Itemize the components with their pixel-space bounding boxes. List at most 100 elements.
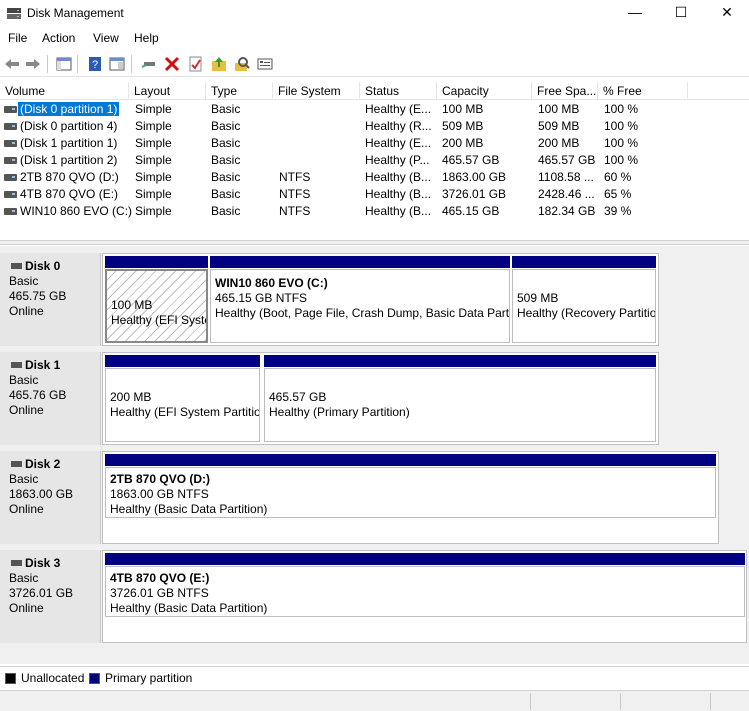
menu-help[interactable]: Help xyxy=(134,31,159,45)
menu-view[interactable]: View xyxy=(93,31,119,45)
drive-icon xyxy=(4,191,17,198)
table-row[interactable]: (Disk 1 partition 2) Simple Basic Health… xyxy=(0,152,749,169)
partition-block[interactable]: 2TB 870 QVO (D:) 1863.00 GB NTFS Healthy… xyxy=(105,454,716,518)
toolbar: ? xyxy=(0,51,749,77)
settings-icon[interactable] xyxy=(256,55,274,73)
volume-percent-free: 39 % xyxy=(604,204,632,218)
partition-block[interactable]: 509 MB Healthy (Recovery Partition) xyxy=(512,256,656,343)
table-row[interactable]: (Disk 0 partition 1) Simple Basic Health… xyxy=(0,101,749,118)
menu-bar: File Action View Help xyxy=(0,29,749,49)
partition-body: 4TB 870 QVO (E:) 3726.01 GB NTFS Healthy… xyxy=(105,566,745,617)
volume-type: Basic xyxy=(211,187,241,201)
partition-status: Healthy (EFI System Partition) xyxy=(110,405,260,419)
volume-list: (Disk 0 partition 1) Simple Basic Health… xyxy=(0,101,749,220)
volume-name: (Disk 0 partition 1) xyxy=(18,102,120,116)
partition-bar xyxy=(105,256,208,268)
drive-icon xyxy=(4,140,17,147)
partition-body: WIN10 860 EVO (C:) 465.15 GB NTFS Health… xyxy=(210,269,510,343)
partition-block[interactable]: 100 MB Healthy (EFI System Partition) xyxy=(105,256,208,343)
column-type[interactable]: Type xyxy=(206,82,273,100)
drive-icon xyxy=(4,106,17,113)
legend-primary-partition: Primary partition xyxy=(105,671,193,685)
table-row[interactable]: 2TB 870 QVO (D:) Simple Basic NTFS Healt… xyxy=(0,169,749,186)
maximize-button[interactable]: ☐ xyxy=(658,0,704,26)
volume-capacity: 465.57 GB xyxy=(442,153,500,167)
volume-percent-free: 100 % xyxy=(604,136,639,150)
close-button[interactable]: ✕ xyxy=(704,0,749,26)
column-capacity[interactable]: Capacity xyxy=(437,82,532,100)
volume-name: 4TB 870 QVO (E:) xyxy=(20,187,119,201)
folder-up-icon[interactable] xyxy=(210,55,228,73)
minimize-button[interactable]: — xyxy=(612,0,658,26)
partition-body: 200 MB Healthy (EFI System Partition) xyxy=(105,368,260,442)
console-tree-icon[interactable] xyxy=(55,55,73,73)
column-layout[interactable]: Layout xyxy=(129,82,206,100)
partition-name xyxy=(111,283,206,298)
volume-type: Basic xyxy=(211,102,241,116)
disk-graphical-view: Disk 0 Basic 465.75 GB Online 100 MB Hea… xyxy=(0,246,749,664)
volume-name: 2TB 870 QVO (D:) xyxy=(20,170,119,184)
disk-1-partitions: 200 MB Healthy (EFI System Partition) 46… xyxy=(102,352,659,445)
partition-status: Healthy (EFI System Partition) xyxy=(111,313,206,327)
partition-name xyxy=(517,276,655,291)
partition-status: Healthy (Primary Partition) xyxy=(269,405,410,419)
volume-percent-free: 100 % xyxy=(604,102,639,116)
partition-bar xyxy=(512,256,656,268)
table-row[interactable]: WIN10 860 EVO (C:) Simple Basic NTFS Hea… xyxy=(0,203,749,220)
disk-1-info[interactable]: Disk 1 Basic 465.76 GB Online xyxy=(0,352,101,445)
unallocated-swatch xyxy=(5,673,16,684)
search-icon[interactable] xyxy=(233,55,251,73)
disk-3-info[interactable]: Disk 3 Basic 3726.01 GB Online xyxy=(0,550,101,643)
properties-icon[interactable] xyxy=(108,55,126,73)
menu-file[interactable]: File xyxy=(8,31,27,45)
partition-block[interactable]: 465.57 GB Healthy (Primary Partition) xyxy=(264,355,656,442)
volume-list-header: Volume Layout Type File System Status Ca… xyxy=(0,82,749,100)
volume-type: Basic xyxy=(211,119,241,133)
column-file-system[interactable]: File System xyxy=(273,82,360,100)
volume-layout: Simple xyxy=(135,136,172,150)
disk-2-info[interactable]: Disk 2 Basic 1863.00 GB Online xyxy=(0,451,101,544)
partition-bar xyxy=(264,355,656,367)
table-row[interactable]: (Disk 0 partition 4) Simple Basic Health… xyxy=(0,118,749,135)
partition-name: 4TB 870 QVO (E:) xyxy=(110,571,210,585)
partition-body: 465.57 GB Healthy (Primary Partition) xyxy=(264,368,656,442)
forward-icon[interactable] xyxy=(24,55,42,73)
menu-action[interactable]: Action xyxy=(42,31,75,45)
delete-icon[interactable] xyxy=(163,55,181,73)
column-free-space[interactable]: Free Spa... xyxy=(532,82,598,100)
partition-size: 1863.00 GB NTFS xyxy=(110,487,209,501)
connect-icon[interactable] xyxy=(140,55,158,73)
volume-free: 2428.46 ... xyxy=(538,187,595,201)
volume-layout: Simple xyxy=(135,119,172,133)
partition-block[interactable]: 4TB 870 QVO (E:) 3726.01 GB NTFS Healthy… xyxy=(105,553,745,617)
help-icon[interactable]: ? xyxy=(86,55,104,73)
volume-capacity: 200 MB xyxy=(442,136,484,150)
disk-state: Online xyxy=(9,502,44,516)
partition-status: Healthy (Basic Data Partition) xyxy=(110,601,268,615)
volume-free: 465.57 GB xyxy=(538,153,596,167)
disk-3-partitions: 4TB 870 QVO (E:) 3726.01 GB NTFS Healthy… xyxy=(102,550,747,643)
volume-layout: Simple xyxy=(135,187,172,201)
volume-status: Healthy (P... xyxy=(365,153,430,167)
pane-splitter[interactable] xyxy=(0,240,749,245)
disk-management-app-icon xyxy=(7,8,21,19)
volume-layout: Simple xyxy=(135,170,172,184)
disk-type: Basic xyxy=(9,472,39,486)
back-icon[interactable] xyxy=(3,55,21,73)
volume-status: Healthy (E... xyxy=(365,136,432,150)
check-icon[interactable] xyxy=(187,55,205,73)
column-status[interactable]: Status xyxy=(360,82,437,100)
column-percent-free[interactable]: % Free xyxy=(598,82,688,100)
partition-block[interactable]: WIN10 860 EVO (C:) 465.15 GB NTFS Health… xyxy=(210,256,510,343)
volume-name: (Disk 1 partition 2) xyxy=(20,153,118,167)
partition-block[interactable]: 200 MB Healthy (EFI System Partition) xyxy=(105,355,260,442)
table-row[interactable]: 4TB 870 QVO (E:) Simple Basic NTFS Healt… xyxy=(0,186,749,203)
table-row[interactable]: (Disk 1 partition 1) Simple Basic Health… xyxy=(0,135,749,152)
partition-name: 2TB 870 QVO (D:) xyxy=(110,472,211,486)
partition-size: 100 MB xyxy=(111,298,153,312)
disk-0-info[interactable]: Disk 0 Basic 465.75 GB Online xyxy=(0,253,101,346)
partition-name: WIN10 860 EVO (C:) xyxy=(215,276,328,290)
column-volume[interactable]: Volume xyxy=(0,82,129,100)
disk-size: 465.76 GB xyxy=(9,388,67,402)
volume-fs: NTFS xyxy=(279,170,311,184)
